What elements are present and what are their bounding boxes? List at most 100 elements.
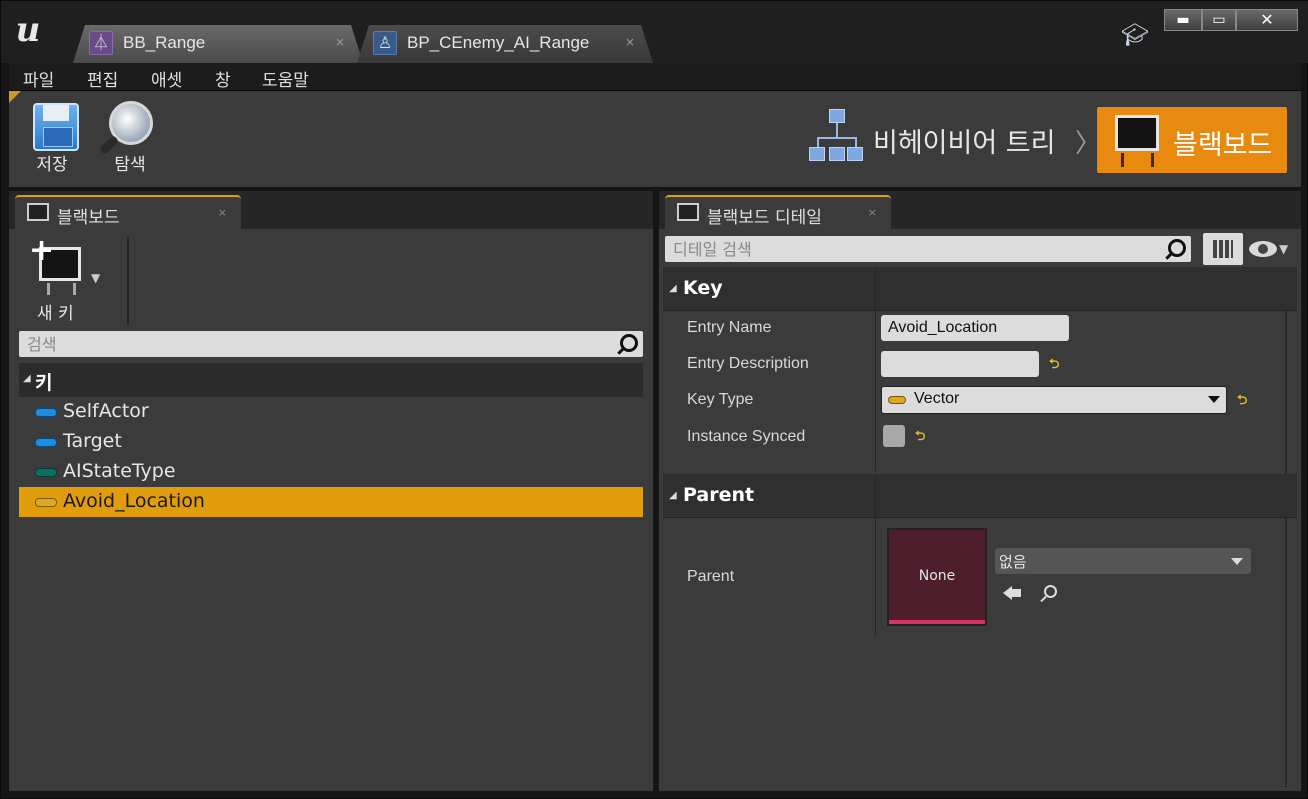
reset-to-default-icon[interactable]: ⮌ <box>1049 355 1059 377</box>
minimize-button[interactable]: ▬ <box>1164 9 1202 31</box>
tab-close-icon[interactable]: × <box>868 206 877 219</box>
behavior-tree-icon <box>809 109 865 167</box>
entry-description-label: Entry Description <box>687 355 809 372</box>
tab-close-icon[interactable]: × <box>218 206 227 219</box>
key-label: AIStateType <box>63 460 176 482</box>
visibility-options-button[interactable]: ▼ <box>1249 239 1295 263</box>
behavior-tree-mode-button[interactable]: 비헤이비어 트리 <box>809 107 1079 171</box>
search-icon[interactable] <box>1165 238 1187 260</box>
panel-tab-bar: 블랙보드 × <box>9 191 653 229</box>
tab-bb-range[interactable]: ⏃ BB_Range × <box>73 25 363 63</box>
browse-button[interactable]: 탐색 <box>95 99 165 181</box>
collapse-triangle-icon[interactable]: ◢ <box>669 490 677 501</box>
search-icon[interactable] <box>617 333 639 355</box>
key-section-header[interactable]: ◢ Key <box>663 267 1297 311</box>
view-options-button[interactable] <box>1203 233 1243 265</box>
blackboard-icon <box>1115 115 1159 151</box>
menu-asset[interactable]: 애셋 <box>151 66 182 91</box>
details-scrollbar[interactable] <box>1285 267 1287 787</box>
tab-blackboard[interactable]: 블랙보드 × <box>15 195 241 229</box>
object-type-pill-icon <box>35 408 57 417</box>
key-search-box[interactable] <box>19 331 643 357</box>
category-label: 키 <box>35 372 53 394</box>
key-row-selfactor[interactable]: SelfActor <box>19 397 643 427</box>
entry-description-field[interactable] <box>881 351 1039 377</box>
key-label: Target <box>63 430 122 452</box>
key-type-dropdown[interactable]: Vector <box>881 386 1227 414</box>
save-button[interactable]: 저장 <box>17 99 87 181</box>
tab-label: 블랙보드 디테일 <box>707 208 822 228</box>
use-selected-asset-icon[interactable] <box>1003 584 1025 602</box>
instance-synced-checkbox[interactable] <box>883 425 905 447</box>
key-row-target[interactable]: Target <box>19 427 643 457</box>
column-divider <box>875 267 876 471</box>
reset-to-default-icon[interactable]: ⮌ <box>1237 391 1247 413</box>
collapse-triangle-icon[interactable]: ◢ <box>23 373 31 384</box>
instance-synced-label: Instance Synced <box>687 428 806 445</box>
blackboard-panel: 블랙보드 × + ▼ 새 키 ◢ 키 SelfActor Target <box>9 191 653 791</box>
object-type-pill-icon <box>35 438 57 447</box>
parent-label: Parent <box>687 568 735 585</box>
graduation-cap-icon[interactable]: 🎓︎ <box>1121 23 1149 48</box>
chevron-down-icon: ▼ <box>1279 242 1289 256</box>
blackboard-mode-button[interactable]: 블랙보드 <box>1097 107 1287 173</box>
details-search-input[interactable] <box>673 236 1159 262</box>
key-label: SelfActor <box>63 400 149 422</box>
panel-tab-bar: 블랙보드 디테일 × <box>659 191 1301 229</box>
asset-type-color-bar <box>889 620 985 624</box>
browse-to-asset-icon[interactable] <box>1039 584 1059 604</box>
eye-icon <box>1249 241 1277 257</box>
blackboard-icon <box>27 203 49 221</box>
tab-blackboard-details[interactable]: 블랙보드 디테일 × <box>665 195 891 229</box>
blackboard-details-panel: 블랙보드 디테일 × ▼ ◢ Key Entry Name Avoid_Loca… <box>659 191 1301 791</box>
enum-type-pill-icon <box>35 468 57 477</box>
key-label: Avoid_Location <box>63 490 205 512</box>
tab-label: BP_CEnemy_AI_Range <box>407 33 590 52</box>
behavior-tree-label: 비헤이비어 트리 <box>873 128 1056 159</box>
close-window-button[interactable]: ✕ <box>1236 9 1298 31</box>
menu-window[interactable]: 창 <box>215 66 231 91</box>
property-matrix-icon <box>1213 240 1233 258</box>
key-row-aistatetype[interactable]: AIStateType <box>19 457 643 487</box>
browse-label: 탐색 <box>114 155 146 175</box>
details-search-box[interactable] <box>665 236 1191 262</box>
blackboard-icon <box>677 203 699 221</box>
key-type-label: Key Type <box>687 391 754 408</box>
menu-help[interactable]: 도움말 <box>262 66 309 91</box>
entry-name-field[interactable]: Avoid_Location <box>881 315 1069 341</box>
key-type-value: Vector <box>914 390 960 407</box>
vector-type-pill-icon <box>888 396 906 404</box>
keys-category-header[interactable]: ◢ 키 <box>19 363 643 397</box>
entry-name-label: Entry Name <box>687 319 772 336</box>
toolbar-divider <box>127 237 129 325</box>
new-key-button[interactable]: + ▼ 새 키 <box>29 233 119 325</box>
parent-asset-dropdown[interactable]: 없음 <box>995 548 1251 574</box>
column-divider <box>875 474 876 636</box>
tab-label: 블랙보드 <box>57 208 120 228</box>
title-bar: u ⏃ BB_Range × ♙ BP_CEnemy_AI_Range × 🎓︎… <box>1 1 1308 63</box>
menu-edit[interactable]: 편집 <box>87 66 118 91</box>
menu-file[interactable]: 파일 <box>23 66 54 91</box>
save-label: 저장 <box>36 155 68 175</box>
parent-section-header[interactable]: ◢ Parent <box>663 474 1297 518</box>
menu-bar: 파일 편집 애셋 창 도움말 <box>9 63 1301 91</box>
unreal-logo-icon: u <box>15 10 41 50</box>
section-label: Parent <box>683 484 755 506</box>
editor-window: u ⏃ BB_Range × ♙ BP_CEnemy_AI_Range × 🎓︎… <box>0 0 1308 799</box>
maximize-button[interactable]: ▭ <box>1202 9 1236 31</box>
section-label: Key <box>683 277 723 299</box>
thumbnail-label: None <box>918 568 956 584</box>
tab-bp-cenemy-ai-range[interactable]: ♙ BP_CEnemy_AI_Range × <box>357 25 653 63</box>
parent-asset-value: 없음 <box>999 553 1027 571</box>
tab-label: BB_Range <box>123 33 206 52</box>
tab-close-icon[interactable]: × <box>625 35 635 49</box>
tab-close-icon[interactable]: × <box>335 35 345 49</box>
parent-asset-thumbnail[interactable]: None <box>887 528 987 626</box>
blackboard-asset-icon: ⏃ <box>89 31 113 55</box>
key-row-avoid-location[interactable]: Avoid_Location <box>19 487 643 517</box>
chevron-down-icon <box>1231 558 1243 565</box>
vector-type-pill-icon <box>35 498 57 507</box>
key-search-input[interactable] <box>27 331 611 357</box>
reset-to-default-icon[interactable]: ⮌ <box>915 427 925 449</box>
collapse-triangle-icon[interactable]: ◢ <box>669 283 677 294</box>
